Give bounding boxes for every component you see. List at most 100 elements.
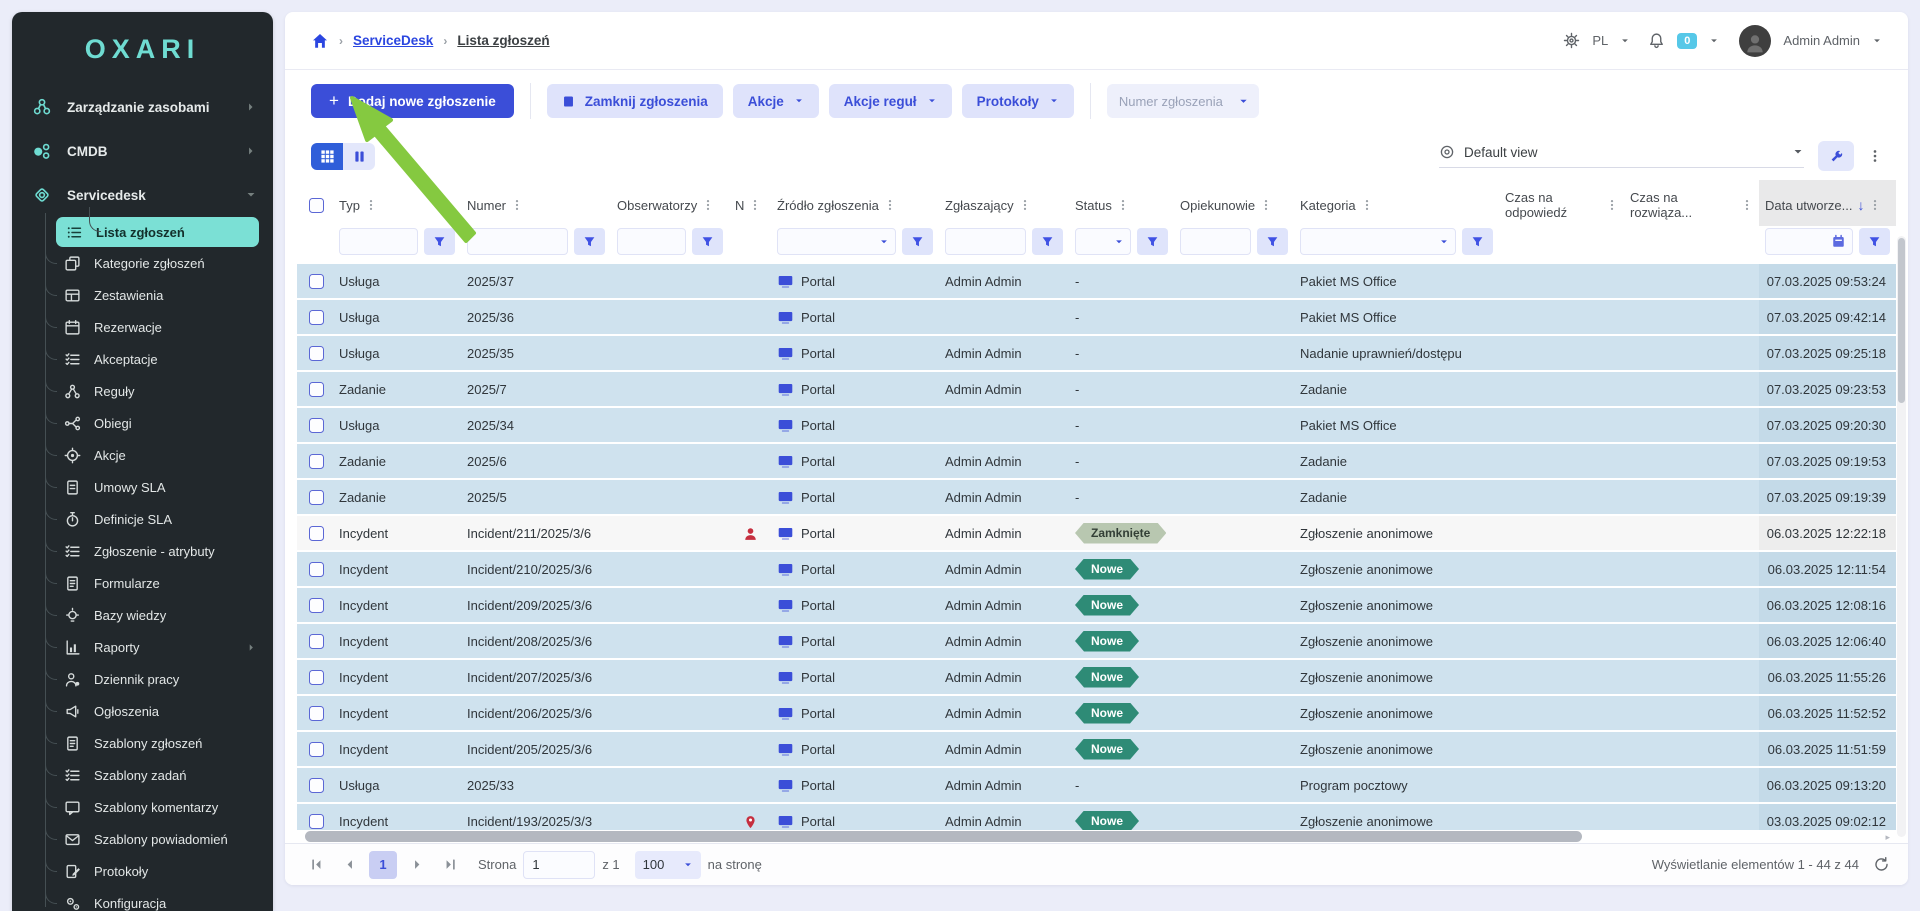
column-header-status[interactable]: Status [1069,180,1174,226]
home-icon[interactable] [311,32,329,50]
column-header-kategoria[interactable]: Kategoria [1294,180,1499,226]
filter-button[interactable] [1257,228,1288,255]
sidebar-item-servicedesk[interactable]: Servicedesk [12,173,273,217]
column-header-zgłaszający[interactable]: Zgłaszający [939,180,1069,226]
column-header-czas-na-rozwiąza-[interactable]: Czas na rozwiąza... [1624,180,1759,226]
view-selector[interactable]: Default view [1439,144,1804,168]
row-checkbox[interactable] [309,382,324,397]
scroll-right-arrow[interactable]: ▸ [1885,832,1890,843]
first-page-button[interactable] [303,852,329,878]
filter-button[interactable] [1137,228,1168,255]
row-checkbox[interactable] [309,706,324,721]
horizontal-scrollbar[interactable]: ▸ [301,830,1892,843]
table-row[interactable]: Usługa2025/37PortalAdmin Admin-Pakiet MS… [297,264,1896,300]
vertical-scrollbar[interactable] [1897,236,1906,837]
table-row[interactable]: IncydentIncident/206/2025/3/6PortalAdmin… [297,696,1896,732]
row-checkbox[interactable] [309,742,324,757]
table-row[interactable]: IncydentIncident/207/2025/3/6PortalAdmin… [297,660,1896,696]
columns-view-button[interactable] [343,143,375,170]
row-checkbox[interactable] [309,598,324,613]
filter-date-input[interactable] [1765,228,1853,255]
chevron-down-icon[interactable] [1238,96,1249,107]
column-menu-icon[interactable] [1869,198,1881,212]
filter-select[interactable] [777,228,896,255]
table-row[interactable]: IncydentIncident/210/2025/3/6PortalAdmin… [297,552,1896,588]
configure-view-button[interactable] [1818,141,1854,171]
column-menu-icon[interactable] [511,198,523,212]
breadcrumb-servicedesk[interactable]: ServiceDesk [353,33,433,48]
chevron-down-icon[interactable] [1872,36,1882,46]
column-menu-icon[interactable] [1741,198,1753,212]
column-menu-icon[interactable] [884,198,896,212]
table-row[interactable]: Usługa2025/35PortalAdmin Admin-Nadanie u… [297,336,1896,372]
sidebar-item-zarz-dzanie-zasobami[interactable]: Zarządzanie zasobami [12,85,273,129]
table-row[interactable]: Usługa2025/34Portal-Pakiet MS Office07.0… [297,408,1896,444]
table-row[interactable]: IncydentIncident/211/2025/3/6PortalAdmin… [297,516,1896,552]
table-row[interactable]: Zadanie2025/5PortalAdmin Admin-Zadanie07… [297,480,1896,516]
add-ticket-button[interactable]: + Dodaj nowe zgłoszenie [311,84,514,118]
chevron-down-icon[interactable] [1709,36,1719,46]
per-page-select[interactable]: 100 [635,851,701,879]
filter-input[interactable] [945,228,1026,255]
sidebar-item-cmdb[interactable]: CMDB [12,129,273,173]
column-menu-icon[interactable] [1606,198,1618,212]
column-header-typ[interactable]: Typ [333,180,461,226]
table-row[interactable]: Zadanie2025/6PortalAdmin Admin-Zadanie07… [297,444,1896,480]
settings-gear-icon[interactable] [1563,32,1580,49]
table-row[interactable]: IncydentIncident/209/2025/3/6PortalAdmin… [297,588,1896,624]
column-menu-icon[interactable] [1117,198,1129,212]
row-checkbox[interactable] [309,346,324,361]
more-options-button[interactable] [1868,148,1882,164]
ticket-number-input[interactable]: Numer zgłoszenia [1107,84,1259,118]
sidebar-subitem-lista-zgłoszeń[interactable]: Lista zgłoszeń [56,217,259,247]
filter-button[interactable] [1462,228,1493,255]
user-name[interactable]: Admin Admin [1783,33,1860,48]
chevron-down-icon[interactable] [1620,36,1630,46]
column-header-czas-na-odpowiedź[interactable]: Czas na odpowiedź [1499,180,1624,226]
filter-select[interactable] [1075,228,1131,255]
table-row[interactable]: Usługa2025/33PortalAdmin Admin-Program p… [297,768,1896,804]
column-header-numer[interactable]: Numer [461,180,611,226]
sidebar-subitem-konfiguracja[interactable]: Konfiguracja [12,887,273,911]
row-checkbox[interactable] [309,526,324,541]
column-header-opiekunowie[interactable]: Opiekunowie [1174,180,1294,226]
column-header-data-utworze-[interactable]: Data utworze...↓ [1759,180,1896,226]
row-checkbox[interactable] [309,778,324,793]
horizontal-scrollbar-thumb[interactable] [305,831,1582,842]
calendar-icon[interactable] [1831,234,1846,249]
column-header-źródło-zgłoszenia[interactable]: Źródło zgłoszenia [771,180,939,226]
protocols-dropdown-button[interactable]: Protokoły [962,84,1074,118]
row-checkbox[interactable] [309,814,324,829]
notifications-bell-icon[interactable] [1648,32,1665,49]
row-checkbox[interactable] [309,634,324,649]
filter-input[interactable] [617,228,686,255]
filter-input[interactable] [467,228,568,255]
column-menu-icon[interactable] [365,198,377,212]
filter-button[interactable] [902,228,933,255]
previous-page-button[interactable] [336,852,362,878]
grid-view-button[interactable] [311,143,343,170]
actions-dropdown-button[interactable]: Akcje [733,84,819,118]
filter-button[interactable] [424,228,455,255]
filter-input[interactable] [1180,228,1251,255]
language-selector[interactable]: PL [1592,33,1608,48]
close-tickets-button[interactable]: Zamknij zgłoszenia [547,84,723,118]
table-row[interactable]: Zadanie2025/7PortalAdmin Admin-Zadanie07… [297,372,1896,408]
column-menu-icon[interactable] [702,198,714,212]
page-1-button[interactable]: 1 [369,851,397,879]
sort-descending-icon[interactable]: ↓ [1857,197,1864,213]
refresh-icon[interactable] [1873,856,1890,873]
row-checkbox[interactable] [309,310,324,325]
table-row[interactable]: IncydentIncident/193/2025/3/3PortalAdmin… [297,804,1896,830]
row-checkbox[interactable] [309,454,324,469]
next-page-button[interactable] [404,852,430,878]
avatar[interactable] [1739,25,1771,57]
table-row[interactable]: IncydentIncident/208/2025/3/6PortalAdmin… [297,624,1896,660]
row-checkbox[interactable] [309,418,324,433]
filter-button[interactable] [574,228,605,255]
select-all-checkbox[interactable] [309,198,324,213]
row-checkbox[interactable] [309,274,324,289]
rule-actions-dropdown-button[interactable]: Akcje reguł [829,84,952,118]
column-menu-icon[interactable] [749,198,761,212]
column-header-n[interactable]: N [729,180,771,226]
